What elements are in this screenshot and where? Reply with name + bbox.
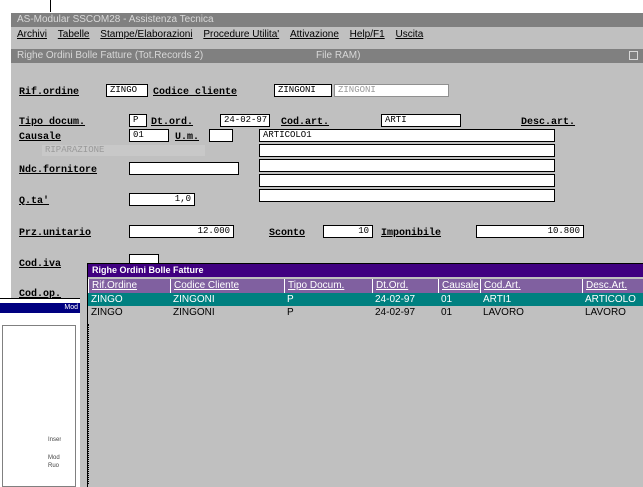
desc-art-line-1[interactable]: ARTICOLO1 [259,129,555,142]
form-title: Righe Ordini Bolle Fatture (Tot.Records … [17,50,204,61]
cod-art-field[interactable]: ARTI [381,114,461,127]
background-window: Mod Inser Mod Ruo [0,298,80,487]
menu-tabelle[interactable]: Tabelle [58,29,90,40]
qta-label: Q.ta' [19,196,50,207]
tipo-docum-field[interactable]: P [129,114,147,127]
col-codice-cliente[interactable]: Codice Cliente [170,279,284,293]
cell-causale: 01 [441,307,453,318]
col-cod-art[interactable]: Cod.Art. [480,279,582,293]
cell-desc-art: LAVORO [585,307,626,318]
cell-rif-ordine: ZINGO [91,307,123,318]
desc-art-label: Desc.art. [521,117,576,128]
causale-field[interactable]: 01 [129,129,169,142]
menu-uscita[interactable]: Uscita [395,29,423,40]
desc-art-line-2[interactable] [259,144,555,157]
causale-label: Causale [19,132,62,143]
background-cell-3: Ruo [48,463,60,469]
background-cell-1: Inser [48,437,62,443]
cell-tipo-docum: P [287,294,294,305]
list-window: Righe Ordini Bolle Fatture Rif.Ordine Co… [87,263,643,487]
cod-iva-label: Cod.iva [19,259,62,270]
qta-field[interactable]: 1,0 [129,193,195,206]
tipo-docum-label: Tipo docum. [19,117,86,128]
desc-art-line-3[interactable] [259,159,555,172]
rif-ordine-field[interactable]: ZINGO [106,84,148,97]
menu-bar: Archivi Tabelle Stampe/Elaborazioni Proc… [11,27,643,43]
menu-attivazione[interactable]: Attivazione [290,29,339,40]
col-rif-ordine[interactable]: Rif.Ordine [88,279,170,293]
cell-tipo-docum: P [287,307,294,318]
cell-causale: 01 [441,294,453,305]
cell-codice-cliente: ZINGONI [173,294,215,305]
cell-dt-ord: 24-02-97 [375,307,416,318]
menu-archivi[interactable]: Archivi [17,29,47,40]
col-desc-art[interactable]: Desc.Art. [582,279,643,293]
sconto-field[interactable]: 10 [323,225,373,238]
background-window-pane: Inser Mod Ruo [2,325,76,487]
form-title-bar: Righe Ordini Bolle Fatture (Tot.Records … [11,49,643,63]
codice-cliente-field[interactable]: ZINGONI [274,84,332,97]
list-window-title: Righe Ordini Bolle Fatture [88,264,643,277]
prz-unitario-label: Prz.unitario [19,228,92,239]
imponibile-field[interactable]: 10.800 [476,225,584,238]
dt-ord-field[interactable]: 24-02-97 [220,114,270,127]
rif-ordine-label: Rif.ordine [19,87,80,98]
window-control-icon[interactable] [629,51,638,60]
imponibile-label: Imponibile [381,228,442,239]
cell-desc-art: ARTICOLO [585,294,636,305]
list-left-border [88,324,92,484]
codice-cliente-label: Codice cliente [153,87,238,98]
desc-art-line-4[interactable] [259,174,555,187]
cliente-desc-field: ZINGONI [334,84,449,97]
um-label: U.m. [175,132,200,143]
cod-art-label: Cod.art. [281,117,330,128]
prz-unitario-field[interactable]: 12.000 [129,225,234,238]
app-title: AS-Modular SSCOM28 - Assistenza Tecnica [11,13,643,27]
cell-dt-ord: 24-02-97 [375,294,416,305]
table-row[interactable]: ZINGO ZINGONI P 24-02-97 01 LAVORO LAVOR… [88,306,643,319]
col-tipo-docum[interactable]: Tipo Docum. [284,279,372,293]
ndc-fornitore-field[interactable] [129,162,239,175]
sconto-label: Sconto [269,228,306,239]
col-causale[interactable]: Causale [438,279,480,293]
menu-help[interactable]: Help/F1 [350,29,385,40]
table-row[interactable]: ZINGO ZINGONI P 24-02-97 01 ARTI1 ARTICO… [88,293,643,306]
ndc-fornitore-label: Ndc.fornitore [19,165,98,176]
cell-cod-art: LAVORO [483,307,524,318]
causale-desc-field: RIPARAZIONE [41,144,206,157]
cell-cod-art: ARTI1 [483,294,512,305]
background-window-title: Mod [0,303,80,313]
cell-rif-ordine: ZINGO [91,294,123,305]
col-dt-ord[interactable]: Dt.Ord. [372,279,438,293]
menu-stampe[interactable]: Stampe/Elaborazioni [100,29,192,40]
dt-ord-label: Dt.ord. [151,117,194,128]
file-label: File RAM) [315,50,361,61]
cell-codice-cliente: ZINGONI [173,307,215,318]
desc-art-line-5[interactable] [259,189,555,202]
um-field[interactable] [209,129,233,142]
menu-procedure[interactable]: Procedure Utilita' [203,29,279,40]
